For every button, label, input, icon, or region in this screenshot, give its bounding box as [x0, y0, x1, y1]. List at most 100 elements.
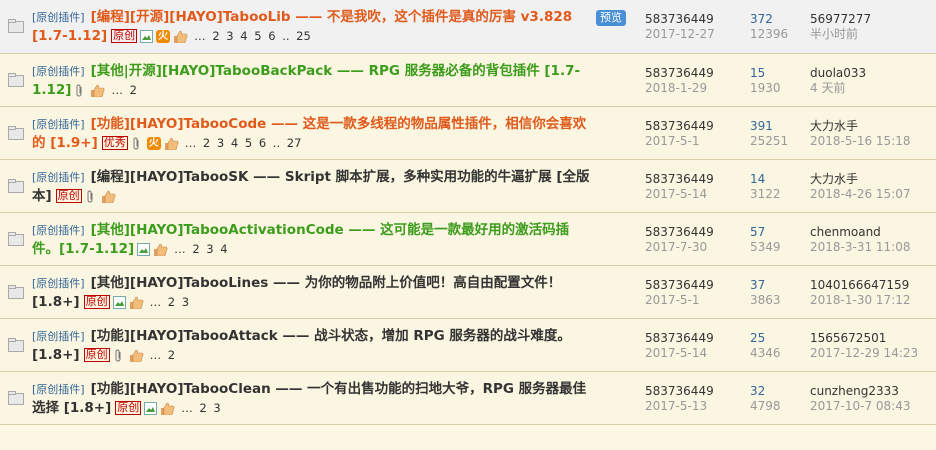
thread-row[interactable]: [原创插件] [其他][HAYO]TabooLines —— 为你的物品附上价值吧… — [0, 266, 936, 319]
thread-category-link[interactable]: [原创插件] — [32, 224, 85, 237]
author-name[interactable]: 583736449 — [645, 12, 745, 27]
thread-stats: 15 1930 — [750, 66, 810, 96]
thread-category-link[interactable]: [原创插件] — [32, 277, 85, 290]
reply-count[interactable]: 372 — [750, 12, 810, 27]
thread-author: 583736449 2017-5-14 — [645, 172, 745, 202]
last-post-user[interactable]: 1040166647159 — [810, 278, 936, 293]
last-post-time[interactable]: 2018-5-16 15:18 — [810, 134, 936, 149]
last-post-time[interactable]: 2017-12-29 14:23 — [810, 346, 936, 361]
last-post-user[interactable]: chenmoand — [810, 225, 936, 240]
author-name[interactable]: 583736449 — [645, 331, 745, 346]
thread-category-link[interactable]: [原创插件] — [32, 118, 85, 131]
post-date: 2017-7-30 — [645, 240, 708, 254]
hot-icon: 火 — [146, 136, 161, 150]
thread-category-link[interactable]: [原创插件] — [32, 65, 85, 78]
last-post-time[interactable]: 2018-4-26 15:07 — [810, 187, 936, 202]
folder-icon[interactable] — [8, 179, 24, 193]
excellent-badge: 优秀 — [101, 136, 128, 150]
thumbs-up-icon — [153, 243, 168, 256]
thread-body: [原创插件] [其他][HAYO]TabooLines —— 为你的物品附上价值吧… — [32, 274, 592, 312]
last-post-user[interactable]: 1565672501 — [810, 331, 936, 346]
last-post: 56977277 半小时前 — [810, 12, 936, 42]
image-attachment-icon — [112, 295, 126, 309]
thread-list: [原创插件] [编程][开源][HAYO]TabooLib —— 不是我吹，这个插… — [0, 0, 936, 425]
last-post-time[interactable]: 2018-1-30 17:12 — [810, 293, 936, 308]
thread-body: [原创插件] [编程][HAYO]TabooSK —— Skript 脚本扩展，多… — [32, 168, 592, 206]
thread-stats: 37 3863 — [750, 278, 810, 308]
thread-row[interactable]: [原创插件] [功能][HAYO]TabooClean —— 一个有出售功能的扫地… — [0, 372, 936, 425]
last-post-user[interactable]: 大力水手 — [810, 172, 936, 187]
thread-author: 583736449 2018-1-29 — [645, 66, 745, 96]
thread-title-link[interactable]: [其他][HAYO]TabooActivationCode —— 这可能是一款最… — [32, 222, 569, 257]
folder-icon[interactable] — [8, 126, 24, 140]
last-post-time[interactable]: 4 天前 — [810, 81, 936, 96]
attachment-icon — [85, 189, 98, 203]
post-date: 2017-5-14 — [645, 187, 708, 201]
thread-category-link[interactable]: [原创插件] — [32, 171, 85, 184]
thread-body: [原创插件] [功能][HAYO]TabooAttack —— 战斗状态，增加 R… — [32, 327, 592, 365]
folder-icon[interactable] — [8, 19, 24, 33]
reply-count[interactable]: 391 — [750, 119, 810, 134]
last-post-time[interactable]: 2017-10-7 08:43 — [810, 399, 936, 414]
thread-stats: 57 5349 — [750, 225, 810, 255]
thread-author: 583736449 2017-5-14 — [645, 331, 745, 361]
thread-title-link[interactable]: [其他][HAYO]TabooLines —— 为你的物品附上价值吧！高自由配置… — [32, 275, 561, 310]
last-post-user[interactable]: 56977277 — [810, 12, 936, 27]
preview-button[interactable]: 预览 — [596, 10, 626, 26]
thread-category-link[interactable]: [原创插件] — [32, 383, 85, 396]
last-post-user[interactable]: cunzheng2333 — [810, 384, 936, 399]
thread-pages[interactable]: … 2 3 — [150, 295, 189, 309]
thread-pages[interactable]: … 2 3 — [181, 401, 220, 415]
author-name[interactable]: 583736449 — [645, 66, 745, 81]
reply-count[interactable]: 14 — [750, 172, 810, 187]
thread-row[interactable]: [原创插件] [编程][HAYO]TabooSK —— Skript 脚本扩展，多… — [0, 160, 936, 213]
post-date: 2017-5-13 — [645, 399, 708, 413]
thread-pages[interactable]: … 2 — [111, 83, 136, 97]
last-post-time[interactable]: 半小时前 — [810, 27, 936, 42]
folder-icon[interactable] — [8, 73, 24, 87]
folder-icon[interactable] — [8, 338, 24, 352]
attachment-icon — [113, 348, 126, 362]
thread-pages[interactable]: … 2 3 4 — [174, 242, 227, 256]
thread-row[interactable]: [原创插件] [其他|开源][HAYO]TabooBackPack —— RPG … — [0, 54, 936, 107]
thread-stats: 32 4798 — [750, 384, 810, 414]
thread-category-link[interactable]: [原创插件] — [32, 11, 85, 24]
reply-count[interactable]: 32 — [750, 384, 810, 399]
thread-author: 583736449 2017-5-1 — [645, 278, 745, 308]
thread-pages[interactable]: … 2 3 4 5 6 .. 25 — [194, 29, 311, 43]
last-post-time[interactable]: 2018-3-31 11:08 — [810, 240, 936, 255]
folder-icon[interactable] — [8, 285, 24, 299]
post-date: 2017-5-1 — [645, 134, 700, 148]
folder-icon[interactable] — [8, 232, 24, 246]
author-name[interactable]: 583736449 — [645, 278, 745, 293]
attachment-icon — [74, 83, 87, 97]
thread-stats: 14 3122 — [750, 172, 810, 202]
thumbs-up-icon — [90, 84, 105, 97]
thread-author: 583736449 2017-12-27 — [645, 12, 745, 42]
thread-row[interactable]: [原创插件] [功能][HAYO]TabooAttack —— 战斗状态，增加 R… — [0, 319, 936, 372]
author-name[interactable]: 583736449 — [645, 172, 745, 187]
last-post-user[interactable]: duola033 — [810, 66, 936, 81]
thread-body: [原创插件] [其他][HAYO]TabooActivationCode —— 这… — [32, 221, 592, 259]
reply-count[interactable]: 37 — [750, 278, 810, 293]
reply-count[interactable]: 15 — [750, 66, 810, 81]
thread-author: 583736449 2017-7-30 — [645, 225, 745, 255]
last-post: cunzheng2333 2017-10-7 08:43 — [810, 384, 936, 414]
author-name[interactable]: 583736449 — [645, 225, 745, 240]
view-count: 1930 — [750, 81, 781, 95]
thread-body: [原创插件] [其他|开源][HAYO]TabooBackPack —— RPG … — [32, 62, 592, 100]
thread-pages[interactable]: … 2 — [150, 348, 175, 362]
author-name[interactable]: 583736449 — [645, 119, 745, 134]
thread-pages[interactable]: … 2 3 4 5 6 .. 27 — [185, 136, 302, 150]
folder-icon[interactable] — [8, 391, 24, 405]
thread-row[interactable]: [原创插件] [功能][HAYO]TabooCode —— 这是一款多线程的物品属… — [0, 107, 936, 160]
thread-category-link[interactable]: [原创插件] — [32, 330, 85, 343]
last-post-user[interactable]: 大力水手 — [810, 119, 936, 134]
thread-row[interactable]: [原创插件] [编程][开源][HAYO]TabooLib —— 不是我吹，这个插… — [0, 0, 936, 54]
author-name[interactable]: 583736449 — [645, 384, 745, 399]
last-post: 1565672501 2017-12-29 14:23 — [810, 331, 936, 361]
thread-row[interactable]: [原创插件] [其他][HAYO]TabooActivationCode —— 这… — [0, 213, 936, 266]
reply-count[interactable]: 25 — [750, 331, 810, 346]
reply-count[interactable]: 57 — [750, 225, 810, 240]
thread-stats: 372 12396 — [750, 12, 810, 42]
